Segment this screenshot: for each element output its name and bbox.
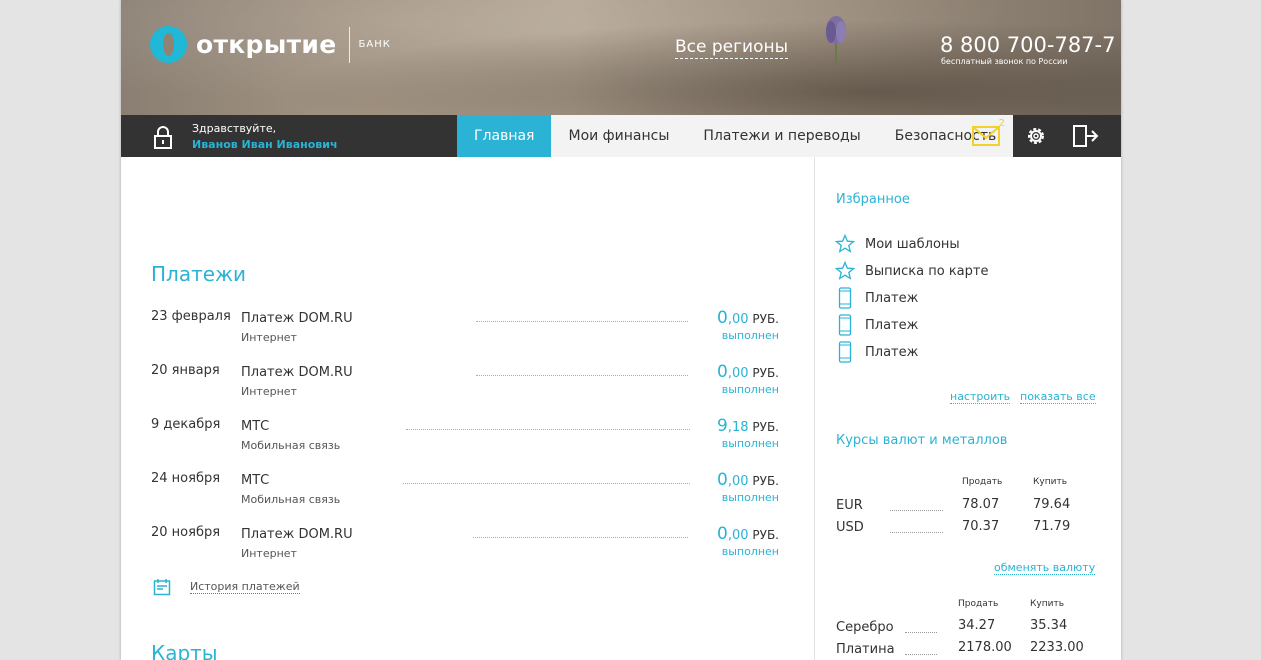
payment-date: 9 декабря [151,417,221,432]
payment-row[interactable]: 20 января Платеж DOM.RU Интернет 0,00 РУ… [151,362,781,417]
payment-row[interactable]: 24 ноября МТС Мобильная связь 0,00 РУБ. … [151,470,781,525]
favorite-item-templates[interactable]: Мои шаблоны [835,234,960,254]
rates-sell-header: Продать [962,477,1003,487]
currency-buy: 71.79 [1033,519,1071,534]
payment-date: 23 февраля [151,309,231,324]
favorite-item-payment[interactable]: Платеж [835,314,919,336]
gear-icon [1028,128,1044,144]
currency-sell: 78.07 [962,497,1000,512]
metal-name: Платина [836,642,895,657]
page: открытие БАНК Все регионы 8 800 700-787-… [121,0,1121,660]
payment-status: выполнен [721,437,779,450]
header-banner: открытие БАНК Все регионы 8 800 700-787-… [121,0,1121,115]
hotline-phone: 8 800 700-787-7 [940,33,1116,57]
favorites-title: Избранное [836,192,910,207]
payment-history-label: История платежей [190,580,300,594]
region-selector[interactable]: Все регионы [675,37,789,59]
mail-badge: 2 [998,118,1005,129]
currency-name: EUR [836,498,863,513]
phone-icon [835,314,855,336]
rates-buy-header: Купить [1033,477,1067,487]
payment-amount: 9,18 РУБ. [717,416,779,436]
favorite-item-label: Выписка по карте [865,263,989,279]
payment-category: Мобильная связь [241,493,341,506]
payment-category: Интернет [241,547,297,560]
nav-tabs: Главная Мои финансы Платежи и переводы Б… [457,115,1014,157]
payment-row[interactable]: 9 декабря МТС Мобильная связь 9,18 РУБ. … [151,416,781,471]
payment-history-link[interactable]: История платежей [153,578,300,596]
payment-category: Интернет [241,385,297,398]
payment-category: Мобильная связь [241,439,341,452]
metals-buy-header: Купить [1030,599,1064,609]
sidebar: Избранное Мои шаблоны Выписка по карте П… [814,157,1121,660]
settings-button[interactable] [1021,121,1051,151]
user-name[interactable]: Иванов Иван Иванович [192,138,338,151]
favorite-item-label: Мои шаблоны [865,236,960,252]
nav-icon-group: 2 [971,115,1121,157]
currency-sell: 70.37 [962,519,1000,534]
favorite-item-label: Платеж [865,344,919,360]
payment-status: выполнен [721,491,779,504]
tab-my-finances[interactable]: Мои финансы [551,115,687,157]
payment-name: Платеж DOM.RU [241,527,353,542]
payment-row[interactable]: 20 ноября Платеж DOM.RU Интернет 0,00 РУ… [151,524,781,579]
logout-icon [1073,125,1099,147]
cards-title: Карты [151,641,218,660]
logo-mark-icon [150,26,187,63]
currency-buy: 79.64 [1033,497,1071,512]
payments-title: Платежи [151,262,247,286]
mail-icon [972,126,1000,146]
phone-icon [835,287,855,309]
hotline-note: бесплатный звонок по России [941,57,1068,66]
favorite-item-payment[interactable]: Платеж [835,287,919,309]
rates-title: Курсы валют и металлов [836,433,1008,448]
payment-date: 20 января [151,363,220,378]
bank-logo[interactable]: открытие БАНК [150,26,391,63]
metal-buy: 2233.00 [1030,640,1084,655]
favorite-item-payment[interactable]: Платеж [835,341,919,363]
calendar-icon [153,579,171,596]
logo-text: открытие [196,30,337,59]
metal-sell: 34.27 [958,618,996,633]
payment-amount: 0,00 РУБ. [717,362,779,382]
phone-icon [835,341,855,363]
favorite-item-label: Платеж [865,290,919,306]
mail-button[interactable]: 2 [971,118,1005,151]
logout-button[interactable] [1071,121,1101,151]
favorite-item-label: Платеж [865,317,919,333]
payment-category: Интернет [241,331,297,344]
payment-date: 20 ноября [151,525,221,540]
payment-status: выполнен [721,329,779,342]
payment-amount: 0,00 РУБ. [717,308,779,328]
show-all-link[interactable]: показать все [1020,390,1096,404]
greeting-text: Здравствуйте, [192,122,277,135]
currency-name: USD [836,520,864,535]
payment-row[interactable]: 23 февраля Платеж DOM.RU Интернет 0,00 Р… [151,308,781,363]
metal-buy: 35.34 [1030,618,1068,633]
lock-icon [154,126,172,149]
payment-name: Платеж DOM.RU [241,365,353,380]
star-icon [835,261,855,281]
payment-name: МТС [241,419,270,434]
payment-amount: 0,00 РУБ. [717,470,779,490]
metals-sell-header: Продать [958,599,999,609]
metal-name: Серебро [836,620,894,635]
payment-amount: 0,00 РУБ. [717,524,779,544]
metal-sell: 2178.00 [958,640,1012,655]
logo-subtitle: БАНК [358,39,391,50]
star-icon [835,234,855,254]
payment-name: МТС [241,473,270,488]
main-navbar: Здравствуйте, Иванов Иван Иванович Главн… [121,115,1121,157]
payment-date: 24 ноября [151,471,221,486]
flower-image [826,16,846,68]
payment-name: Платеж DOM.RU [241,311,353,326]
tab-home[interactable]: Главная [457,115,552,157]
tab-payments-transfers[interactable]: Платежи и переводы [686,115,878,157]
payment-status: выполнен [721,383,779,396]
configure-link[interactable]: настроить [950,390,1011,404]
payment-status: выполнен [721,545,779,558]
favorite-item-card-statement[interactable]: Выписка по карте [835,261,988,281]
exchange-currency-link[interactable]: обменять валюту [994,561,1096,575]
